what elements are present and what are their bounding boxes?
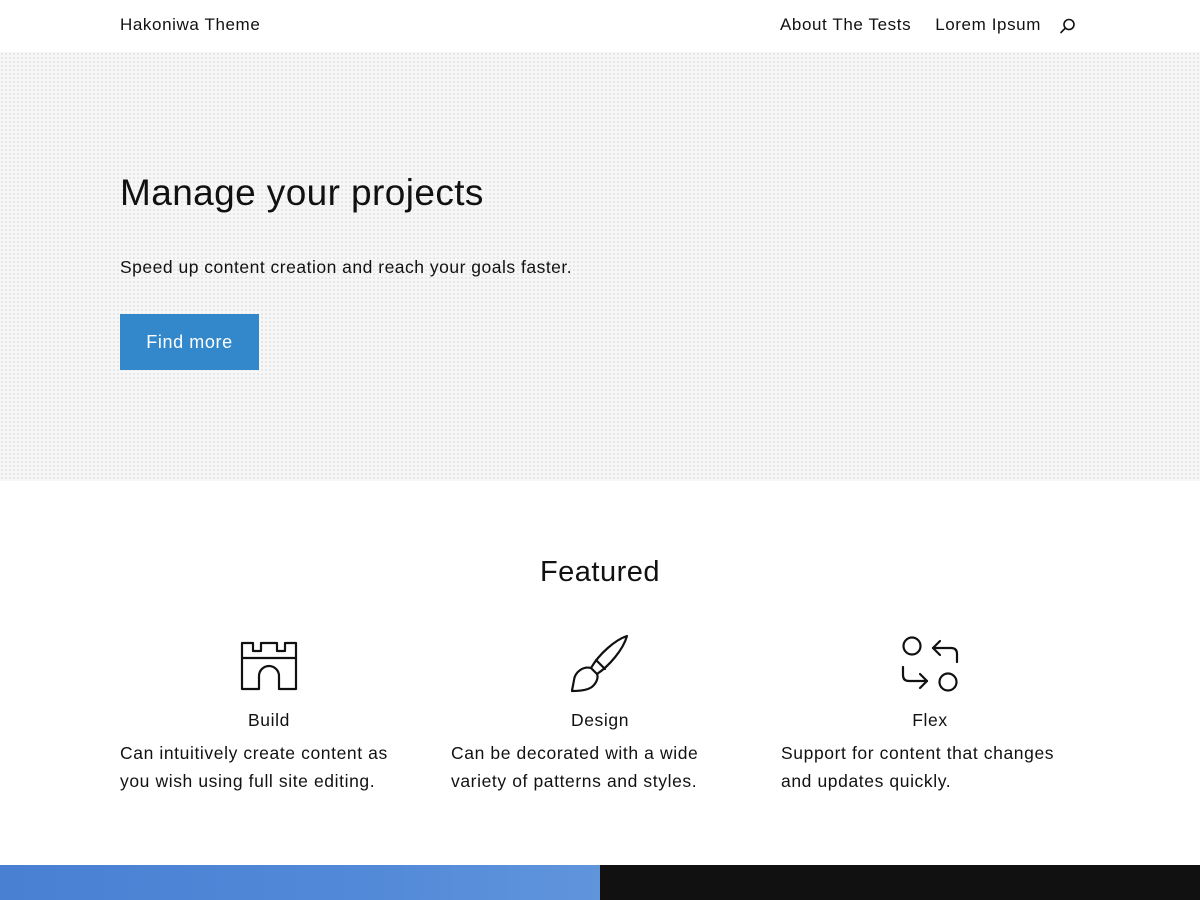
primary-nav: About The Tests Lorem Ipsum [756, 15, 1077, 35]
featured-heading: Featured [539, 556, 661, 588]
feature-build: Build Can intuitively create content as … [120, 634, 420, 795]
paintbrush-icon [569, 634, 629, 694]
nav-item-lorem-ipsum[interactable]: Lorem Ipsum [935, 15, 1041, 35]
feature-description: Support for content that changes and upd… [781, 743, 1055, 791]
search-icon[interactable] [1059, 17, 1077, 35]
hero-text: Speed up content creation and reach your… [120, 257, 573, 277]
feature-flex: Flex Support for content that changes an… [781, 634, 1081, 795]
feature-title: Build [248, 710, 290, 730]
hero-section: Manage your projects Speed up content cr… [0, 52, 1200, 481]
feature-description: Can intuitively create content as you wi… [120, 743, 388, 791]
nav-item-about-the-tests[interactable]: About The Tests [780, 15, 911, 35]
dark-band [600, 865, 1200, 900]
hero-title: Manage your projects [120, 172, 484, 213]
site-header: Hakoniwa Theme About The Tests Lorem Ips… [0, 0, 1200, 52]
cover-image-band [0, 865, 600, 900]
site-title[interactable]: Hakoniwa Theme [120, 15, 260, 35]
feature-description: Can be decorated with a wide variety of … [451, 743, 699, 791]
feature-design: Design Can be decorated with a wide vari… [451, 634, 751, 795]
flex-arrows-icon [900, 634, 960, 694]
feature-title: Design [570, 710, 630, 730]
feature-title: Flex [912, 710, 948, 730]
find-more-button[interactable]: Find more [120, 314, 259, 370]
castle-icon [239, 634, 299, 694]
